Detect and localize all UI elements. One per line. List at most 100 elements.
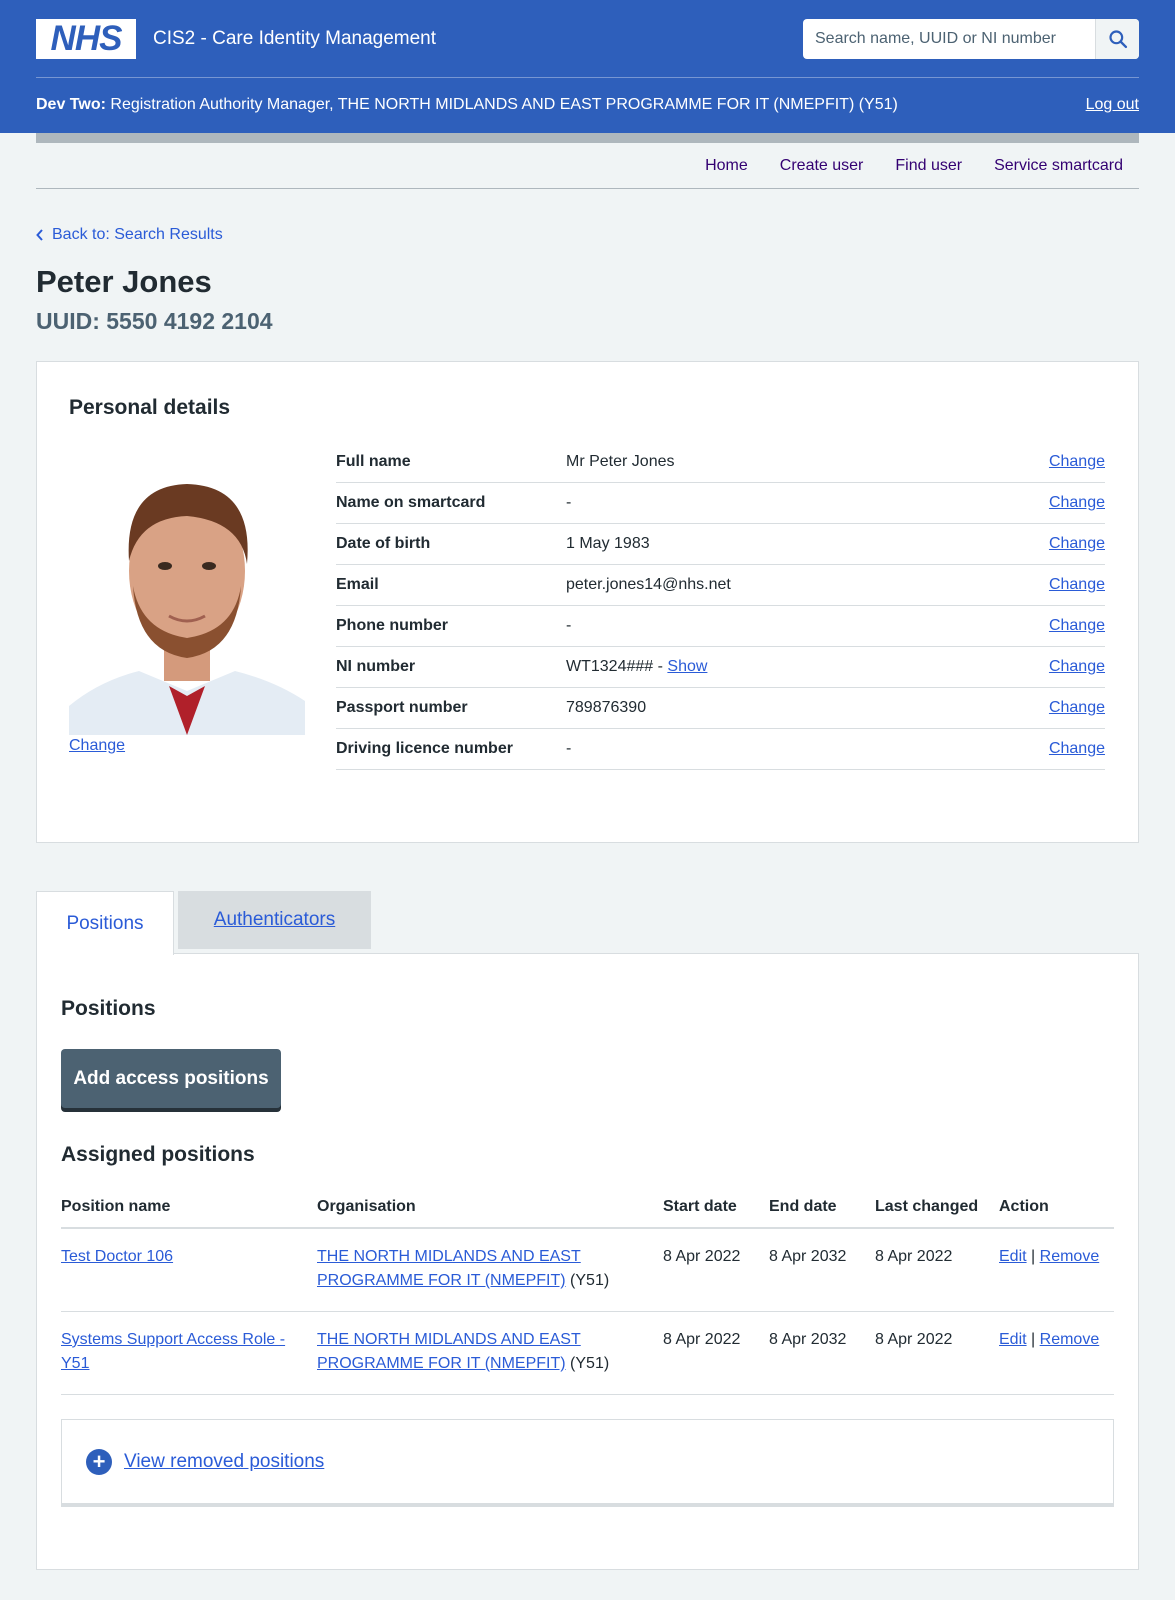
position-link[interactable]: Systems Support Access Role - Y51 (61, 1331, 285, 1372)
uuid-subtitle: UUID: 5550 4192 2104 (36, 308, 273, 334)
detail-key: Name on smartcard (336, 494, 486, 511)
col-header-last-changed: Last changed (875, 1186, 999, 1229)
edit-link[interactable]: Edit (999, 1248, 1027, 1265)
photo-change-link[interactable]: Change (69, 737, 305, 755)
page-title: Peter Jones (36, 264, 212, 299)
table-header-row: Position name Organisation Start date En… (61, 1186, 1114, 1229)
search-box (803, 18, 1139, 59)
personal-details-card: Personal details Change Full name Mr Pet… (36, 361, 1139, 843)
cell-last-changed: 8 Apr 2022 (875, 1228, 999, 1312)
detail-key: Driving licence number (336, 740, 513, 757)
detail-row-date-of-birth: Date of birth 1 May 1983 Change (336, 524, 1105, 565)
col-header-organisation: Organisation (317, 1186, 663, 1229)
positions-heading: Positions (61, 997, 156, 1020)
detail-key: Phone number (336, 617, 449, 634)
change-link[interactable]: Change (1049, 576, 1105, 593)
search-input[interactable] (803, 18, 1095, 59)
cell-position-name: Systems Support Access Role - Y51 (61, 1311, 317, 1395)
organisation-link[interactable]: THE NORTH MIDLANDS AND EAST PROGRAMME FO… (317, 1248, 581, 1289)
change-link[interactable]: Change (1049, 494, 1105, 511)
tab-list: Positions Authenticators (36, 891, 1139, 955)
col-header-action: Action (999, 1186, 1114, 1229)
nhs-logo-text: NHS (50, 18, 123, 58)
service-name[interactable]: CIS2 - Care Identity Management (153, 28, 803, 50)
cell-position-name: Test Doctor 106 (61, 1228, 317, 1312)
detail-key: Email (336, 576, 379, 593)
assigned-positions-heading: Assigned positions (61, 1143, 255, 1166)
divider-bar (36, 133, 1139, 143)
cell-last-changed: 8 Apr 2022 (875, 1311, 999, 1395)
change-link[interactable]: Change (1049, 535, 1105, 552)
cell-end-date: 8 Apr 2032 (769, 1228, 875, 1312)
nav-find-user[interactable]: Find user (895, 157, 962, 175)
cell-end-date: 8 Apr 2032 (769, 1311, 875, 1395)
cell-organisation: THE NORTH MIDLANDS AND EAST PROGRAMME FO… (317, 1228, 663, 1312)
change-link[interactable]: Change (1049, 453, 1105, 470)
detail-row-ni-number: NI number WT1324### - Show Change (336, 647, 1105, 688)
remove-link[interactable]: Remove (1040, 1248, 1100, 1265)
position-link[interactable]: Test Doctor 106 (61, 1248, 173, 1265)
detail-value: Mr Peter Jones (566, 453, 675, 470)
plus-circle-icon: + (86, 1448, 112, 1475)
back-link-text[interactable]: Back to: Search Results (52, 226, 223, 244)
organisation-link[interactable]: THE NORTH MIDLANDS AND EAST PROGRAMME FO… (317, 1331, 581, 1372)
nhs-logo[interactable]: NHS (36, 18, 136, 59)
tab-authenticators[interactable]: Authenticators (178, 891, 371, 949)
detail-value: peter.jones14@nhs.net (566, 576, 731, 593)
org-code: (Y51) (565, 1272, 610, 1289)
cell-organisation: THE NORTH MIDLANDS AND EAST PROGRAMME FO… (317, 1311, 663, 1395)
tab-positions[interactable]: Positions (36, 891, 174, 955)
cell-action: Edit | Remove (999, 1311, 1114, 1395)
back-link[interactable]: Back to: Search Results (36, 225, 1139, 245)
user-role: Registration Authority Manager, THE NORT… (110, 96, 898, 113)
show-ni-link[interactable]: Show (667, 658, 707, 675)
detail-row-full-name: Full name Mr Peter Jones Change (336, 442, 1105, 483)
cell-start-date: 8 Apr 2022 (663, 1311, 769, 1395)
ni-number-masked: WT1324### - (566, 658, 668, 675)
detail-row-email: Email peter.jones14@nhs.net Change (336, 565, 1105, 606)
user-bar: Dev Two: Registration Authority Manager,… (36, 78, 1139, 132)
nav-create-user[interactable]: Create user (780, 157, 864, 175)
detail-value: WT1324### - Show (566, 658, 1045, 676)
site-header: NHS CIS2 - Care Identity Management Dev … (0, 0, 1175, 133)
user-info: Dev Two: Registration Authority Manager,… (36, 96, 898, 114)
nav-home[interactable]: Home (705, 157, 748, 175)
detail-value: - (566, 740, 572, 757)
avatar (69, 446, 305, 735)
detail-value: - (566, 617, 572, 634)
detail-key: Passport number (336, 699, 468, 716)
search-button[interactable] (1095, 18, 1139, 59)
remove-link[interactable]: Remove (1040, 1331, 1100, 1348)
view-removed-positions-link[interactable]: View removed positions (124, 1451, 324, 1473)
cell-start-date: 8 Apr 2022 (663, 1228, 769, 1312)
change-link[interactable]: Change (1049, 699, 1105, 716)
add-access-positions-button[interactable]: Add access positions (61, 1049, 281, 1108)
detail-row-passport-number: Passport number 789876390 Change (336, 688, 1105, 729)
detail-key: Date of birth (336, 535, 431, 552)
detail-row-name-on-smartcard: Name on smartcard - Change (336, 483, 1105, 524)
tab-authenticators-link[interactable]: Authenticators (214, 909, 335, 931)
detail-key: NI number (336, 658, 416, 675)
logout-link[interactable]: Log out (1086, 96, 1139, 114)
detail-row-phone-number: Phone number - Change (336, 606, 1105, 647)
cell-action: Edit | Remove (999, 1228, 1114, 1312)
main-nav: Home Create user Find user Service smart… (36, 143, 1139, 189)
table-row: Test Doctor 106 THE NORTH MIDLANDS AND E… (61, 1228, 1114, 1312)
personal-details-heading: Personal details (69, 396, 231, 419)
nav-service-smartcard[interactable]: Service smartcard (994, 157, 1123, 175)
profile-photo (69, 446, 305, 735)
detail-value: - (566, 494, 572, 511)
details-list: Full name Mr Peter Jones Change Name on … (336, 442, 1105, 770)
detail-value: 789876390 (566, 699, 647, 716)
change-link[interactable]: Change (1049, 740, 1105, 757)
edit-link[interactable]: Edit (999, 1331, 1027, 1348)
header-top: NHS CIS2 - Care Identity Management (36, 0, 1139, 78)
col-header-position-name: Position name (61, 1186, 317, 1229)
change-link[interactable]: Change (1049, 658, 1105, 675)
col-header-start-date: Start date (663, 1186, 769, 1229)
change-link[interactable]: Change (1049, 617, 1105, 634)
search-icon (1108, 29, 1127, 48)
positions-panel: Positions Add access positions Assigned … (36, 953, 1139, 1570)
positions-table: Position name Organisation Start date En… (61, 1186, 1114, 1395)
view-removed-expander[interactable]: + View removed positions (61, 1419, 1114, 1507)
